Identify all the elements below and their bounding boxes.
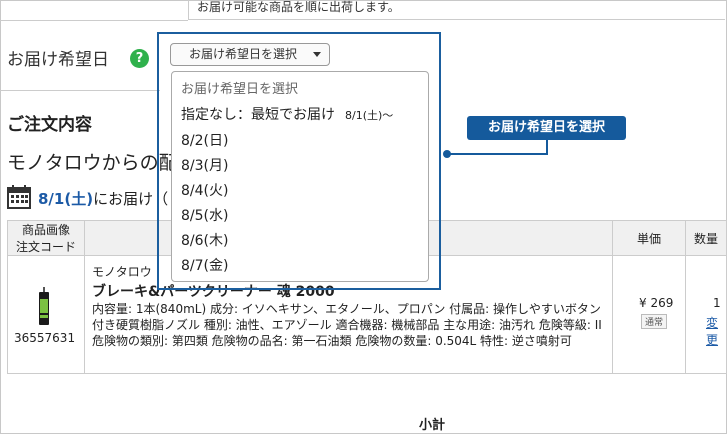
option-label: お届け希望日を選択 <box>181 82 299 97</box>
column-image-code: 商品画像 注文コード <box>7 220 85 256</box>
order-code: 36557631 <box>14 331 76 345</box>
dropdown-option[interactable]: 8/2(日) <box>181 130 228 150</box>
question-icon[interactable]: ? <box>130 49 149 68</box>
dropdown-option[interactable]: 8/7(金) <box>181 255 228 275</box>
delivery-date-dropdown: お届け希望日を選択 指定なし：最短でお届け 8/1(土)〜 8/2(日) 8/3(… <box>171 71 429 282</box>
option-label: 8/7(金) <box>181 258 229 274</box>
option-label: 指定なし：最短でお届け <box>181 107 335 123</box>
dropdown-option[interactable]: 8/4(火) <box>181 180 228 200</box>
product-image[interactable] <box>38 287 50 325</box>
delivery-date: 8/1(土) <box>38 190 94 208</box>
unit-price: ¥ 269 <box>639 296 674 310</box>
vendor-shipment-title: モノタロウからの配 <box>7 152 178 174</box>
column-unit-price: 単価 <box>612 220 686 256</box>
delivery-date-select[interactable]: お届け希望日を選択 <box>170 43 330 66</box>
column-header-image: 商品画像 <box>21 223 70 237</box>
column-header-code: 注文コード <box>15 240 76 254</box>
divider <box>0 90 160 91</box>
delivery-date-line: 8/1(土)にお届け（ <box>38 188 168 209</box>
option-label: 8/6(木) <box>181 233 229 249</box>
order-section-title: ご注文内容 <box>7 115 92 135</box>
dropdown-option[interactable]: 指定なし：最短でお届け 8/1(土)〜 <box>181 104 393 124</box>
change-quantity-link[interactable]: 変更 <box>706 314 727 348</box>
option-label: 8/3(月) <box>181 158 229 174</box>
option-label: 8/2(日) <box>181 133 229 149</box>
product-description: 内容量: 1本(840mL) 成分: イソヘキサン、エタノール、プロパン 付属品… <box>92 302 602 348</box>
delivery-date-label: お届け希望日 <box>7 50 109 70</box>
calendar-icon <box>7 185 31 209</box>
select-value: お届け希望日を選択 <box>189 47 298 61</box>
dropdown-option[interactable]: 8/5(水) <box>181 205 228 225</box>
dropdown-option[interactable]: 8/3(月) <box>181 155 228 175</box>
quantity-value: 1 <box>713 296 721 310</box>
option-sub: 8/1(土)〜 <box>345 109 394 122</box>
option-label: 8/4(火) <box>181 183 229 199</box>
shipping-note: お届け可能な商品を順に出荷します。 <box>188 0 725 20</box>
dropdown-option[interactable]: 8/6(木) <box>181 230 228 250</box>
product-maker: モノタロウ <box>92 265 152 279</box>
caret-down-icon <box>313 52 321 57</box>
column-quantity: 数量 <box>685 220 727 256</box>
option-label: 8/5(水) <box>181 208 229 224</box>
subtotal-label: 小計 <box>419 418 446 433</box>
dropdown-option[interactable]: お届け希望日を選択 <box>181 78 298 97</box>
callout-label: お届け希望日を選択 <box>467 116 626 140</box>
divider <box>0 20 188 21</box>
price-type-badge: 通常 <box>641 314 668 329</box>
